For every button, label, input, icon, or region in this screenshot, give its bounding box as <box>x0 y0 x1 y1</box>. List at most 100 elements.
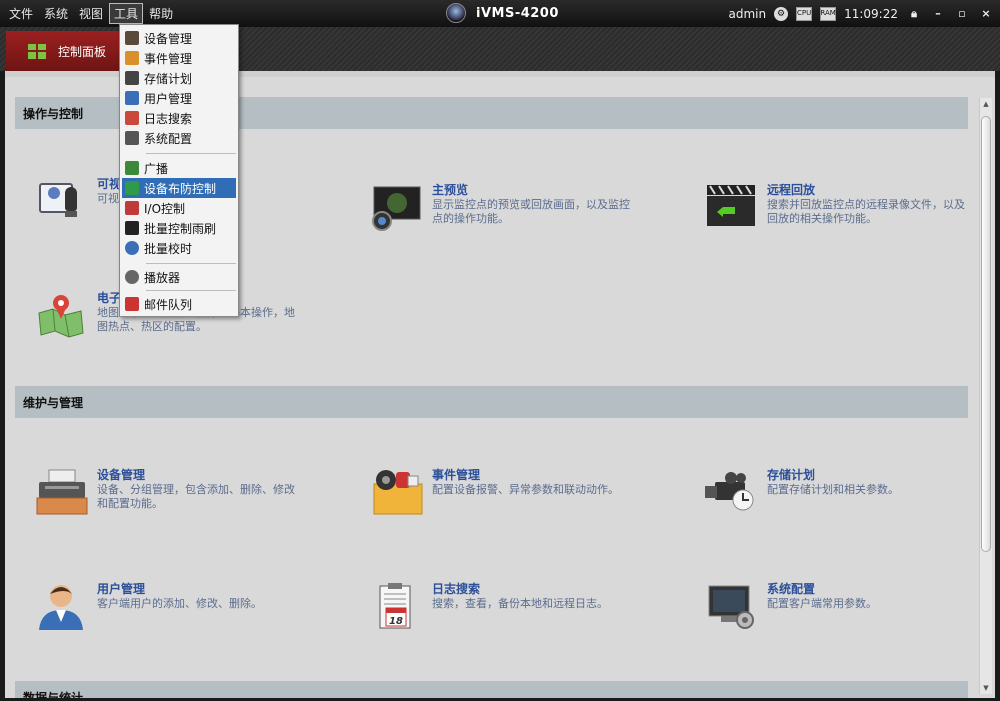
menu-item-event-manage[interactable]: 事件管理 <box>122 48 236 68</box>
section-header-maintain: 维护与管理 <box>15 386 968 418</box>
menu-system[interactable]: 系统 <box>39 3 73 24</box>
item-title: 远程回放 <box>767 183 816 197</box>
scroll-thumb[interactable] <box>981 116 991 552</box>
panel-item-remote-playback[interactable]: 远程回放 搜索并回放监控点的远程录像文件，以及回放的相关操作功能。 <box>705 183 972 231</box>
menu-item-time-sync[interactable]: 批量校时 <box>122 238 236 258</box>
panel-item-device-manage[interactable]: 设备管理 设备、分组管理，包含添加、删除、修改和配置功能。 <box>35 468 302 516</box>
menu-help[interactable]: 帮助 <box>144 3 178 24</box>
panel-item-system-config[interactable]: 系统配置 配置客户端常用参数。 <box>705 582 972 630</box>
item-title: 设备管理 <box>97 468 146 482</box>
menu-item-label: 事件管理 <box>144 51 193 66</box>
menu-item-label: 邮件队列 <box>144 297 193 312</box>
user-manage-icon <box>35 582 91 630</box>
scroll-up-icon[interactable]: ▲ <box>980 98 992 110</box>
item-desc: 客户端用户的添加、修改、删除。 <box>97 597 262 610</box>
network-icon[interactable]: ⚙ <box>774 6 789 21</box>
item-desc: 配置客户端常用参数。 <box>767 597 877 610</box>
title-bar: 文件 系统 视图 工具 帮助 iVMS-4200 admin ⚙ CPU RAM… <box>0 0 1000 27</box>
minimize-button[interactable]: – <box>930 7 946 21</box>
log-search-icon: 18 <box>370 582 426 630</box>
user-manage-icon <box>125 91 139 105</box>
menu-item-arming-control[interactable]: 设备布防控制 <box>122 178 236 198</box>
remote-playback-icon <box>705 183 761 231</box>
menu-item-label: 广播 <box>144 161 169 176</box>
menu-item-label: 日志搜索 <box>144 111 193 126</box>
mail-queue-icon <box>125 297 139 311</box>
menu-item-label: I/O控制 <box>144 201 186 216</box>
event-manage-icon <box>125 51 139 65</box>
menu-separator <box>146 153 236 154</box>
app-title: iVMS-4200 <box>476 5 559 21</box>
menu-tools[interactable]: 工具 <box>109 3 144 24</box>
ram-icon[interactable]: RAM <box>820 6 837 21</box>
menu-item-label: 播放器 <box>144 270 181 285</box>
emap-icon <box>35 291 91 339</box>
time-sync-icon <box>125 241 139 255</box>
menu-view[interactable]: 视图 <box>74 3 108 24</box>
panel-item-user-manage[interactable]: 用户管理 客户端用户的添加、修改、删除。 <box>35 582 302 630</box>
menu-item-label: 存储计划 <box>144 71 193 86</box>
menu-item-label: 系统配置 <box>144 131 193 146</box>
calendar-day: 18 <box>389 616 403 627</box>
item-title: 系统配置 <box>767 582 816 596</box>
menu-separator <box>146 263 236 264</box>
cpu-icon[interactable]: CPU <box>796 6 813 21</box>
arming-control-icon <box>125 181 139 195</box>
io-control-icon <box>125 201 139 215</box>
lock-icon[interactable]: 🔒︎ <box>906 7 922 21</box>
menu-item-storage-plan[interactable]: 存储计划 <box>122 68 236 88</box>
panel-item-main-view[interactable]: 主预览 显示监控点的预览或回放画面，以及监控点的操作功能。 <box>370 183 637 231</box>
panel-item-storage-plan[interactable]: 存储计划 配置存储计划和相关参数。 <box>705 468 972 516</box>
app-title-area: iVMS-4200 <box>446 3 559 23</box>
menu-item-mail-queue[interactable]: 邮件队列 <box>122 294 236 314</box>
player-icon <box>125 270 139 284</box>
item-desc: 搜索并回放监控点的远程录像文件，以及回放的相关操作功能。 <box>767 198 965 225</box>
log-search-icon <box>125 111 139 125</box>
status-area: admin ⚙ CPU RAM 11:09:22 🔒︎ – ▫ × <box>728 0 994 27</box>
tools-dropdown-menu: 设备管理 事件管理 存储计划 用户管理 日志搜索 系统配置 广播 设备布防控制 … <box>119 24 239 317</box>
maximize-button[interactable]: ▫ <box>954 7 970 21</box>
tab-control-panel[interactable]: 控制面板 <box>6 31 124 71</box>
current-user[interactable]: admin <box>728 7 766 21</box>
panel-item-event-manage[interactable]: 事件管理 配置设备报警、异常参数和联动动作。 <box>370 468 637 516</box>
scroll-down-icon[interactable]: ▼ <box>980 682 992 694</box>
item-desc: 显示监控点的预览或回放画面，以及监控点的操作功能。 <box>432 198 630 225</box>
menu-item-device-manage[interactable]: 设备管理 <box>122 28 236 48</box>
storage-plan-icon <box>125 71 139 85</box>
main-view-icon <box>370 183 426 231</box>
menu-item-label: 设备布防控制 <box>144 181 217 196</box>
panel-item-log-search[interactable]: 18 日志搜索 搜索，查看，备份本地和远程日志。 <box>370 582 637 630</box>
menu-item-label: 设备管理 <box>144 31 193 46</box>
menu-item-broadcast[interactable]: 广播 <box>122 158 236 178</box>
menu-file[interactable]: 文件 <box>4 3 38 24</box>
menu-item-player[interactable]: 播放器 <box>122 267 236 287</box>
item-desc: 配置设备报警、异常参数和联动动作。 <box>432 483 619 496</box>
device-manage-icon <box>35 468 91 516</box>
clock: 11:09:22 <box>844 6 898 21</box>
item-title: 用户管理 <box>97 582 146 596</box>
menu-item-log-search[interactable]: 日志搜索 <box>122 108 236 128</box>
close-button[interactable]: × <box>978 7 994 21</box>
visual-talk-icon <box>35 177 91 225</box>
item-title: 日志搜索 <box>432 582 481 596</box>
vertical-scrollbar[interactable]: ▲ ▼ <box>979 98 992 694</box>
control-panel-icon <box>28 43 46 59</box>
item-desc: 搜索，查看，备份本地和远程日志。 <box>432 597 608 610</box>
item-desc: 设备、分组管理，包含添加、删除、修改和配置功能。 <box>97 483 295 510</box>
menu-item-system-config[interactable]: 系统配置 <box>122 128 236 148</box>
device-manage-icon <box>125 31 139 45</box>
event-manage-icon <box>370 468 426 516</box>
section-header-stats: 数据与统计 <box>15 681 968 698</box>
wiper-control-icon <box>125 221 139 235</box>
storage-plan-icon <box>705 468 761 516</box>
menu-item-user-manage[interactable]: 用户管理 <box>122 88 236 108</box>
menu-item-wiper-control[interactable]: 批量控制雨刷 <box>122 218 236 238</box>
menu-item-io-control[interactable]: I/O控制 <box>122 198 236 218</box>
item-desc: 配置存储计划和相关参数。 <box>767 483 899 496</box>
system-config-icon <box>705 582 761 630</box>
item-title: 事件管理 <box>432 468 481 482</box>
camera-logo-icon <box>446 3 466 23</box>
broadcast-icon <box>125 161 139 175</box>
menu-item-label: 用户管理 <box>144 91 193 106</box>
item-title: 存储计划 <box>767 468 816 482</box>
